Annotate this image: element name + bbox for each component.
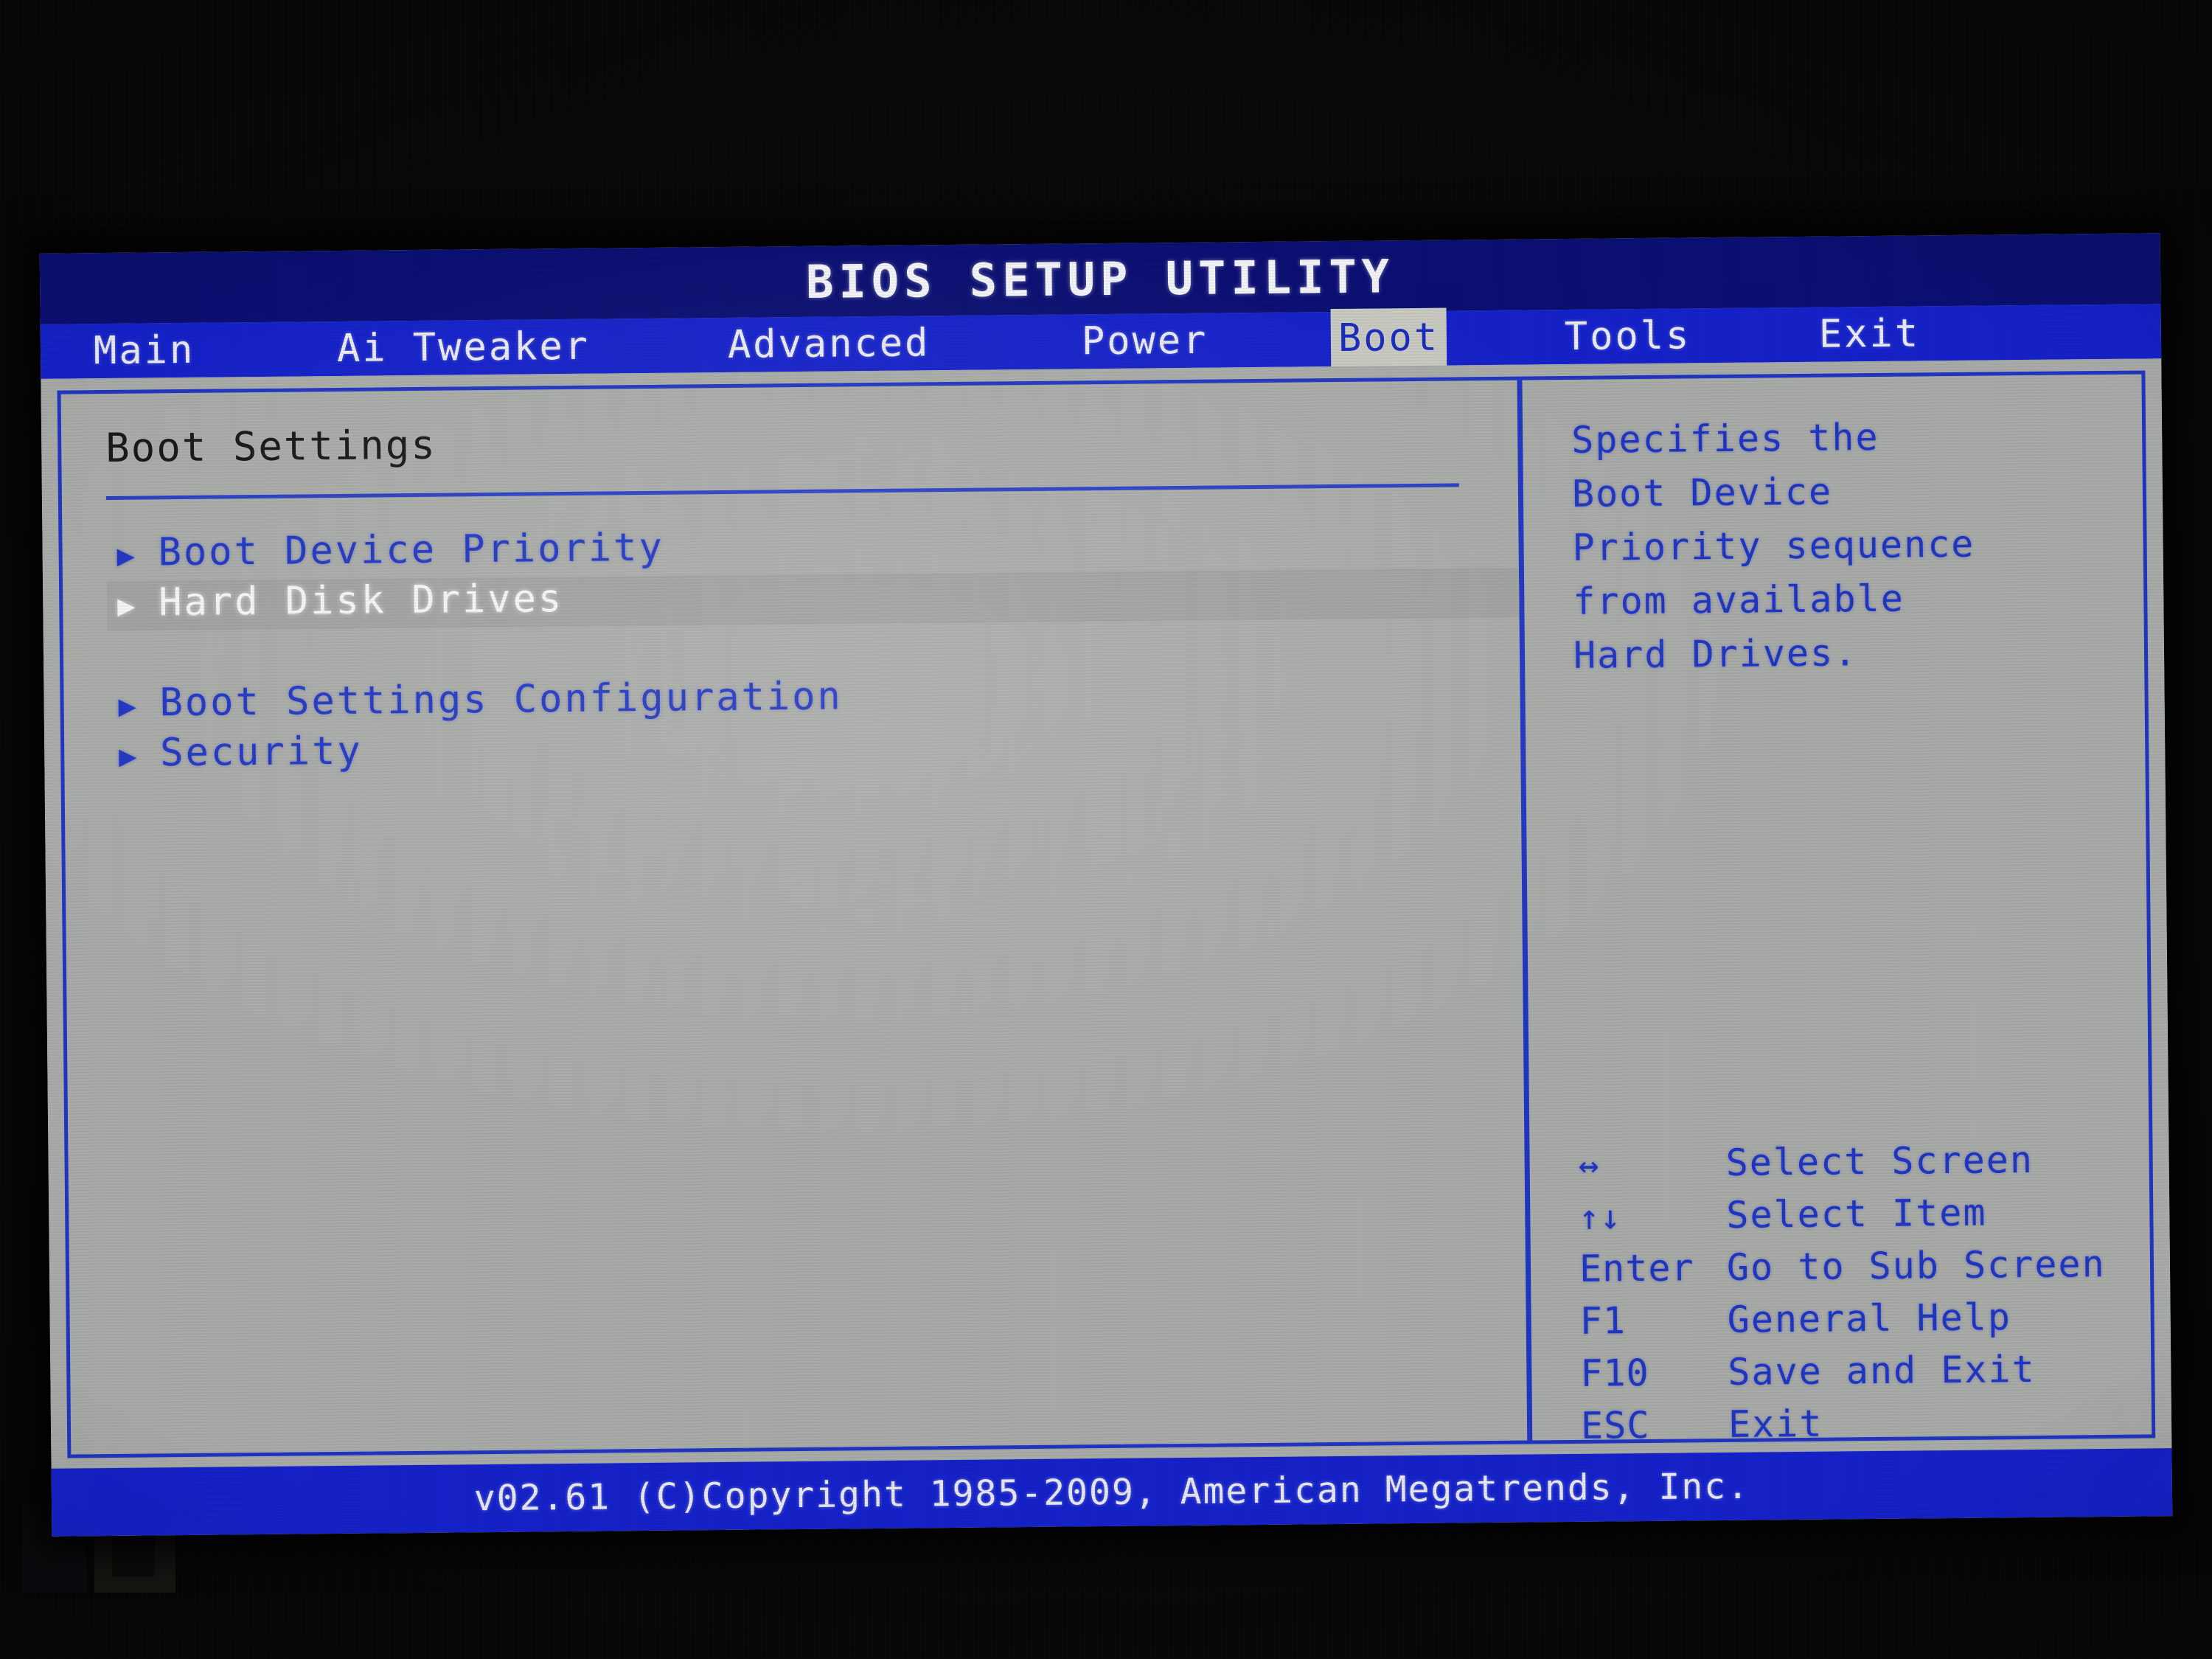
menu-item-label: Security (159, 728, 363, 776)
tab-tools[interactable]: Tools (1556, 310, 1700, 362)
submenu-arrow-icon: ▶ (119, 739, 137, 773)
section-divider (105, 483, 1459, 500)
help-line: Priority sequence (1572, 522, 1975, 569)
page-title: BIOS SETUP UTILITY (805, 248, 1395, 309)
legend-description: Select Screen (1725, 1138, 2034, 1184)
legend-row: F1 General Help (1579, 1295, 2133, 1352)
content-area: Boot Settings ▶ Boot Device Priority ▶ Hard… (41, 358, 2172, 1469)
key-legend: ↔ Select Screen ↑↓ Select Item Enter Go to Su… (1578, 1138, 2134, 1457)
submenu-arrow-icon: ▶ (118, 689, 136, 723)
legend-key: Enter (1579, 1246, 1694, 1290)
arrow-keys-icon: ↔ (1578, 1144, 1600, 1185)
menu-item-label: Hard Disk Drives (158, 577, 564, 625)
bios-screen: BIOS SETUP UTILITY Main Ai Tweaker Advance… (39, 233, 2173, 1537)
arrow-keys-icon: ↑↓ (1579, 1197, 1622, 1237)
legend-key: F1 (1579, 1299, 1627, 1343)
help-line: Hard Drives. (1573, 631, 1858, 677)
legend-row: ESC Exit (1581, 1399, 2135, 1457)
help-text: Specifies the Boot Device Priority sequenc… (1571, 408, 2115, 683)
panel-frame: Boot Settings ▶ Boot Device Priority ▶ Hard… (57, 370, 2156, 1458)
legend-description: Save and Exit (1728, 1347, 2036, 1394)
legend-key: F10 (1580, 1351, 1649, 1395)
legend-row: Enter Go to Sub Screen (1579, 1242, 2133, 1300)
settings-menu-list[interactable]: ▶ Boot Device Priority ▶ Hard Disk Drives ▶ B… (106, 518, 1520, 782)
tab-ai-tweaker[interactable]: Ai Tweaker (328, 321, 599, 375)
left-panel: Boot Settings ▶ Boot Device Priority ▶ Hard… (61, 380, 1528, 1455)
help-line: Specifies the (1571, 415, 1879, 462)
section-title: Boot Settings (105, 421, 437, 471)
submenu-arrow-icon: ▶ (117, 588, 136, 623)
tab-exit[interactable]: Exit (1810, 308, 1930, 360)
tab-boot[interactable]: Boot (1330, 307, 1447, 372)
submenu-arrow-icon: ▶ (116, 538, 135, 573)
help-line: from available (1573, 577, 1905, 623)
copyright-text: v02.61 (C)Copyright 1985-2009, American … (473, 1465, 1750, 1520)
legend-row: ↑↓ Select Item (1579, 1190, 2132, 1248)
legend-row: ↔ Select Screen (1578, 1138, 2132, 1195)
menu-item-label: Boot Settings Configuration (159, 674, 844, 726)
legend-description: Exit (1728, 1402, 1823, 1446)
tab-main[interactable]: Main (85, 325, 204, 377)
right-panel: Specifies the Boot Device Priority sequenc… (1522, 374, 2152, 1447)
help-line: Boot Device (1571, 470, 1833, 515)
tab-advanced[interactable]: Advanced (719, 318, 939, 370)
legend-row: F10 Save and Exit (1580, 1347, 2134, 1405)
menu-item-label: Boot Device Priority (158, 525, 665, 575)
legend-description: General Help (1727, 1295, 2012, 1341)
tab-power[interactable]: Power (1073, 316, 1217, 367)
legend-description: Select Item (1726, 1191, 1987, 1237)
legend-description: Go to Sub Screen (1726, 1242, 2106, 1289)
legend-key: ESC (1580, 1403, 1650, 1447)
